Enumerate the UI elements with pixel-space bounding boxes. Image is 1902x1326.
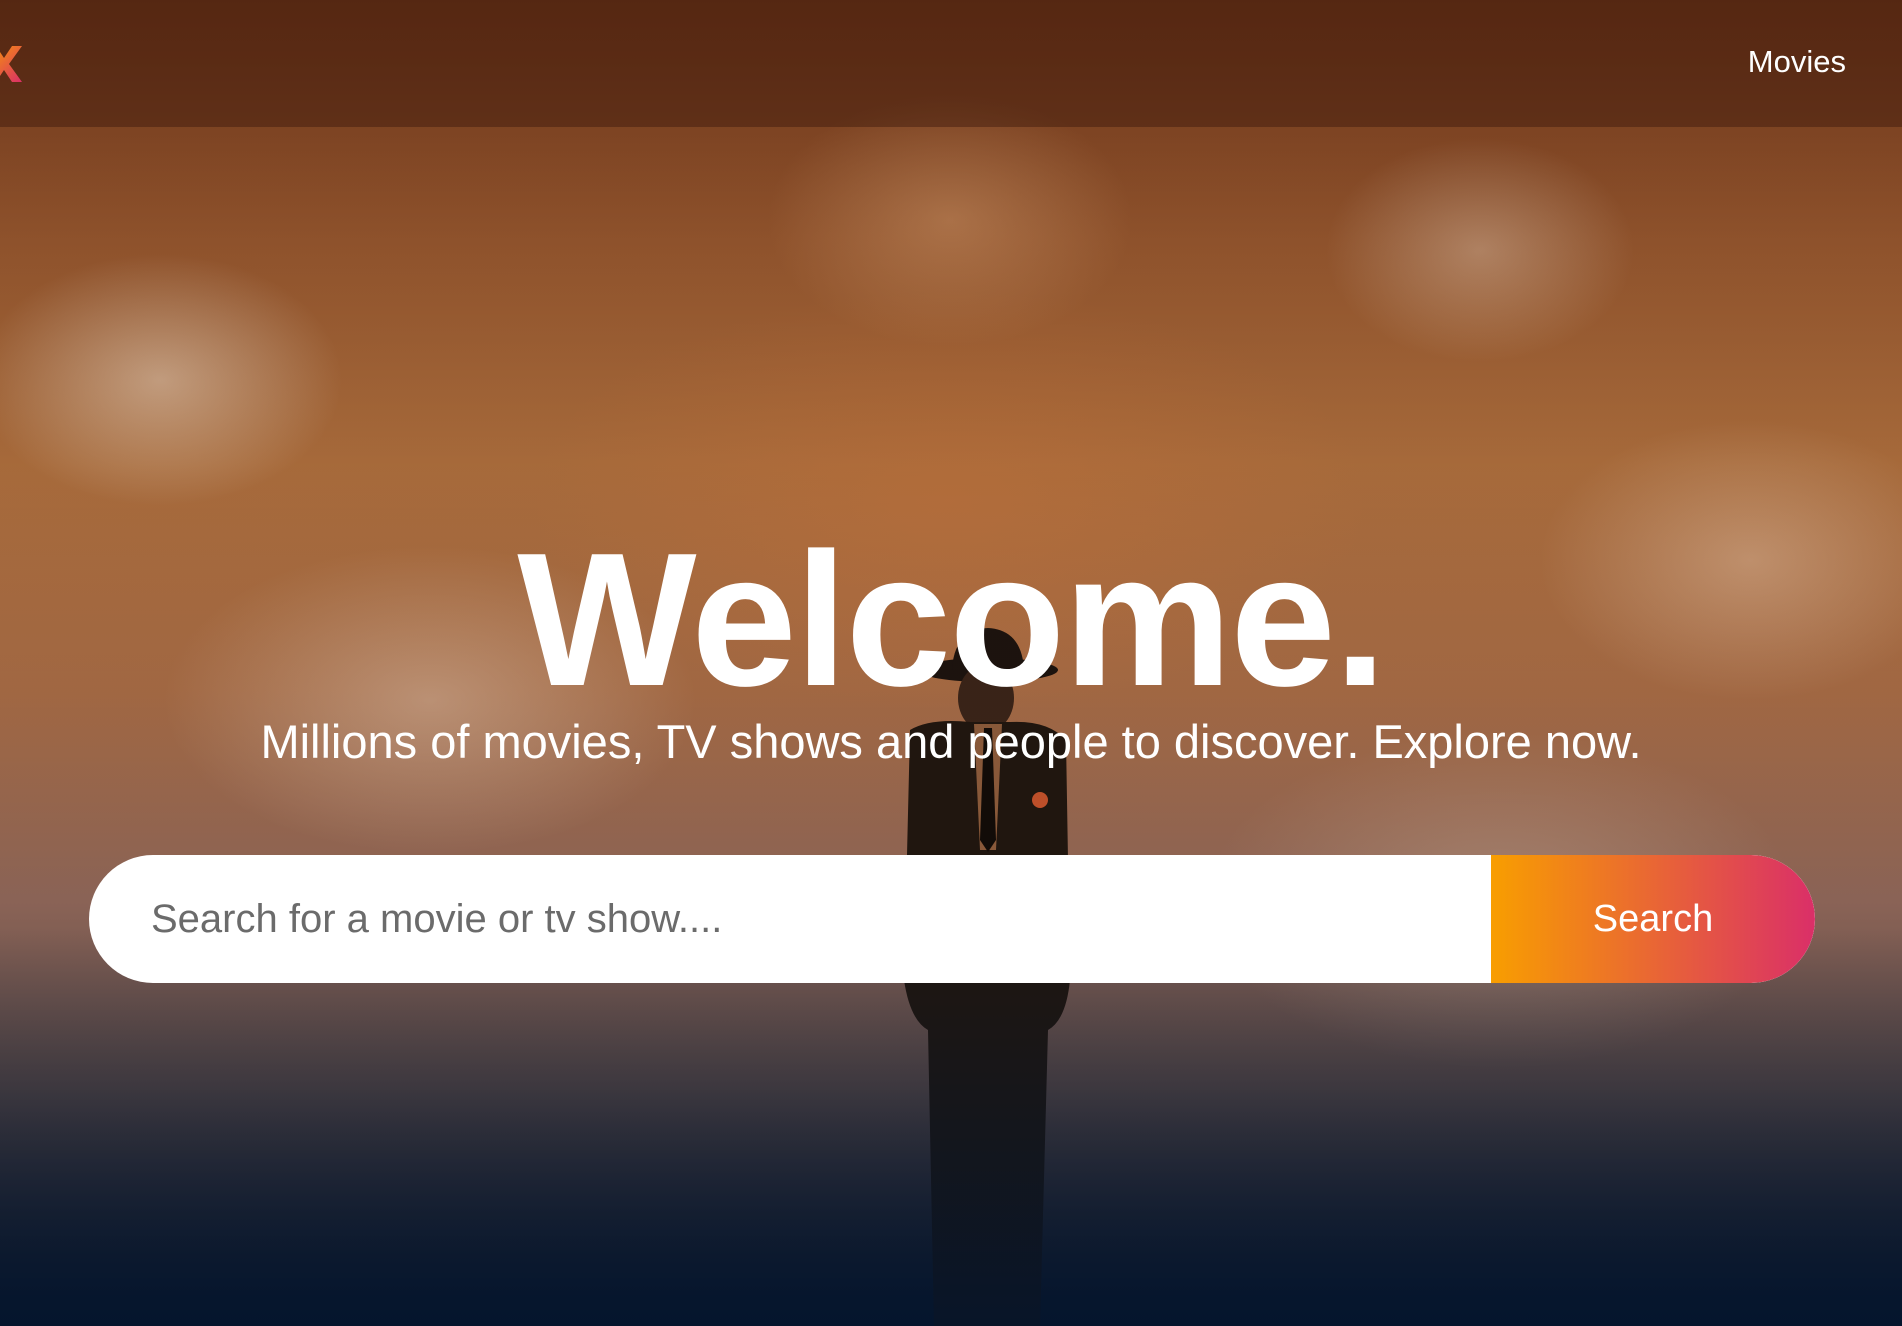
search-input[interactable] <box>151 855 1471 983</box>
hero-title: Welcome. <box>517 514 1386 726</box>
search-button[interactable]: Search <box>1491 855 1815 983</box>
hero-subtitle: Millions of movies, TV shows and people … <box>260 715 1642 768</box>
search-bar: Search <box>89 855 1815 983</box>
top-navigation-bar: Movies <box>0 0 1902 127</box>
logo-mark-icon[interactable] <box>0 42 26 86</box>
page: Movies Welcome. Millions of movies, TV s… <box>0 0 1902 1326</box>
nav-link-movies[interactable]: Movies <box>1748 44 1846 80</box>
